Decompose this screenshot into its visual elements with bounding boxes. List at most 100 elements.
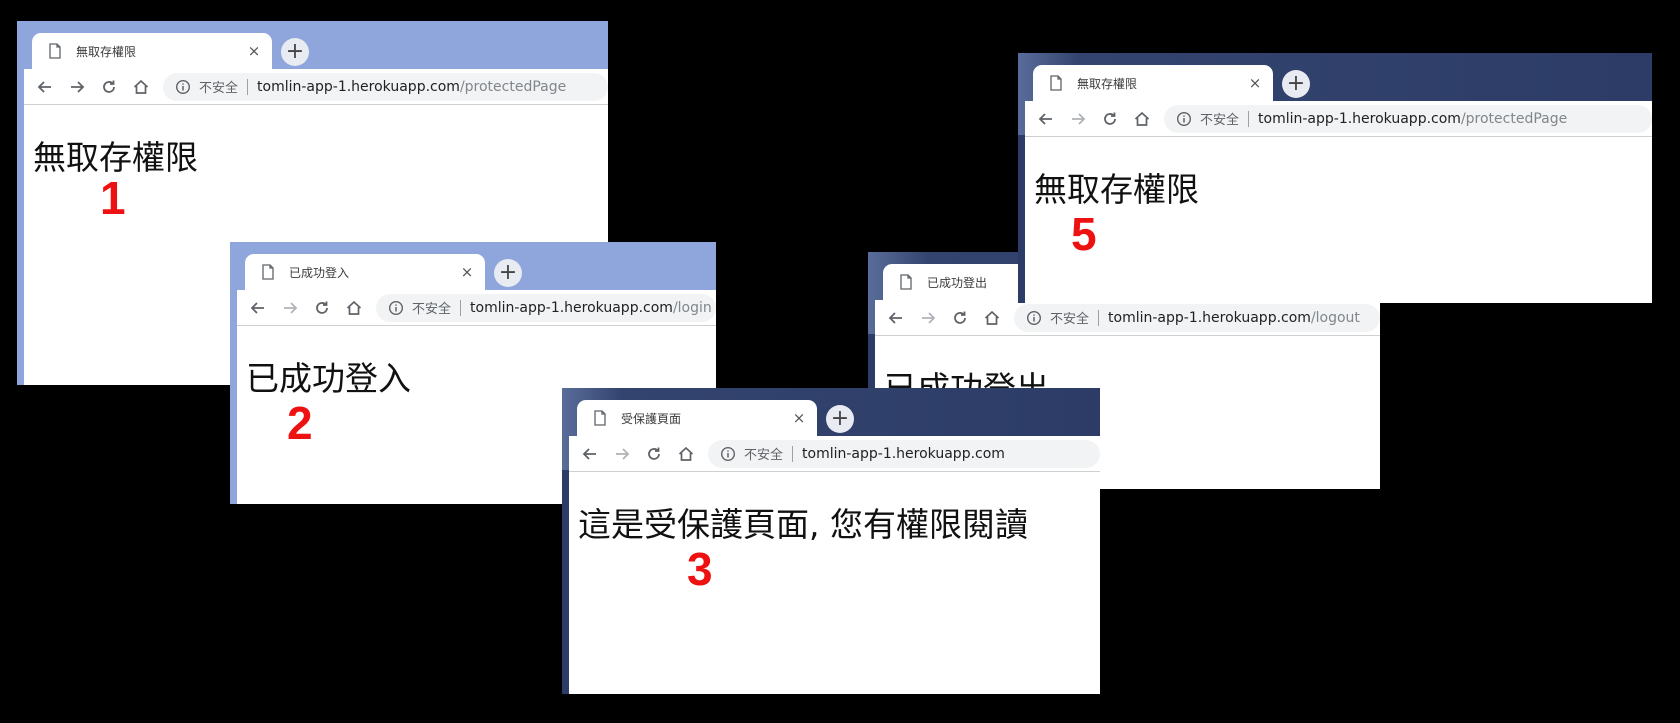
- back-arrow-icon: [250, 301, 264, 314]
- reload-icon: [1104, 112, 1116, 125]
- window-frame-side: [562, 470, 569, 694]
- document-icon: [262, 264, 274, 280]
- forward-button[interactable]: [274, 292, 306, 324]
- url-path: /login: [672, 299, 712, 316]
- address-bar[interactable]: 不安全 tomlin-app-1.herokuapp.com/login: [376, 293, 716, 322]
- forward-arrow-icon: [71, 80, 85, 93]
- back-button[interactable]: [880, 302, 912, 334]
- close-icon[interactable]: ×: [246, 42, 262, 60]
- address-separator: [1098, 309, 1100, 326]
- reload-icon: [316, 301, 328, 314]
- home-icon: [984, 310, 1000, 325]
- forward-button[interactable]: [1062, 103, 1094, 135]
- reload-button[interactable]: [1094, 103, 1126, 135]
- browser-tab[interactable]: 無取存權限 ×: [32, 33, 272, 69]
- new-tab-icon[interactable]: +: [494, 259, 522, 287]
- back-arrow-icon: [1038, 112, 1052, 125]
- back-button[interactable]: [1030, 103, 1062, 135]
- forward-arrow-icon: [922, 311, 936, 324]
- page-heading: 無取存權限: [1034, 170, 1199, 209]
- address-bar[interactable]: 不安全 tomlin-app-1.herokuapp.com/protected…: [1164, 104, 1652, 133]
- info-icon[interactable]: [1026, 310, 1042, 326]
- url-host: tomlin-app-1.herokuapp.com: [802, 445, 1005, 462]
- new-tab-icon[interactable]: +: [1282, 70, 1310, 98]
- browser-toolbar: 不安全 tomlin-app-1.herokuapp.com/protected…: [1025, 101, 1652, 137]
- document-icon: [594, 410, 606, 426]
- browser-tab[interactable]: 已成功登入 ×: [245, 254, 485, 290]
- url-host: tomlin-app-1.herokuapp.com: [470, 299, 673, 316]
- insecure-label: 不安全: [412, 302, 452, 317]
- home-icon: [133, 79, 149, 94]
- home-icon: [1134, 111, 1150, 126]
- page-content: 無取存權限 5: [1025, 137, 1652, 303]
- address-separator: [1248, 110, 1250, 127]
- back-arrow-icon: [888, 311, 902, 324]
- address-bar[interactable]: 不安全 tomlin-app-1.herokuapp.com/protected…: [163, 72, 608, 101]
- home-button[interactable]: [1126, 103, 1158, 135]
- home-icon: [346, 300, 362, 315]
- url-path: /logout: [1310, 309, 1360, 326]
- reload-icon: [954, 311, 966, 324]
- forward-button[interactable]: [61, 71, 93, 103]
- window-frame-side: [230, 324, 237, 504]
- address-bar[interactable]: 不安全 tomlin-app-1.herokuapp.com/logout: [1014, 303, 1380, 332]
- info-icon[interactable]: [175, 79, 191, 95]
- window-frame-side: [1018, 135, 1025, 303]
- info-icon[interactable]: [388, 300, 404, 316]
- back-arrow-icon: [582, 447, 596, 460]
- info-icon[interactable]: [720, 446, 736, 462]
- step-number: 1: [100, 172, 126, 224]
- home-button[interactable]: [125, 71, 157, 103]
- new-tab-icon[interactable]: +: [281, 38, 309, 66]
- insecure-label: 不安全: [1200, 113, 1240, 128]
- browser-toolbar: 不安全 tomlin-app-1.herokuapp.com: [569, 436, 1100, 472]
- close-icon[interactable]: ×: [459, 263, 475, 281]
- page-heading: 這是受保護頁面, 您有權限閱讀: [578, 505, 1028, 544]
- home-icon: [678, 446, 694, 461]
- forward-arrow-icon: [284, 301, 298, 314]
- home-button[interactable]: [976, 302, 1008, 334]
- reload-icon: [648, 447, 660, 460]
- page-heading: 已成功登入: [246, 359, 411, 398]
- tab-title: 受保護頁面: [621, 411, 682, 426]
- forward-arrow-icon: [616, 447, 630, 460]
- browser-window-3: 受保護頁面 × + 不安全 tomlin-app-1.herokuapp.com…: [562, 388, 1100, 694]
- forward-arrow-icon: [1072, 112, 1086, 125]
- reload-icon: [103, 80, 115, 93]
- browser-tab[interactable]: 受保護頁面 ×: [577, 400, 817, 436]
- url-path: /protectedPage: [459, 78, 567, 95]
- forward-button[interactable]: [912, 302, 944, 334]
- home-button[interactable]: [670, 438, 702, 470]
- new-tab-icon[interactable]: +: [826, 405, 854, 433]
- window-frame-side: [17, 103, 24, 385]
- reload-button[interactable]: [93, 71, 125, 103]
- page-content: 這是受保護頁面, 您有權限閱讀 3: [569, 472, 1100, 694]
- document-icon: [49, 43, 61, 59]
- address-separator: [460, 299, 462, 316]
- browser-toolbar: 不安全 tomlin-app-1.herokuapp.com/protected…: [24, 69, 608, 105]
- browser-tab[interactable]: 無取存權限 ×: [1033, 65, 1273, 101]
- back-button[interactable]: [29, 71, 61, 103]
- step-number: 3: [687, 543, 713, 595]
- reload-button[interactable]: [638, 438, 670, 470]
- home-button[interactable]: [338, 292, 370, 324]
- address-bar[interactable]: 不安全 tomlin-app-1.herokuapp.com: [708, 439, 1100, 468]
- step-number: 2: [287, 397, 313, 449]
- reload-button[interactable]: [944, 302, 976, 334]
- url-host: tomlin-app-1.herokuapp.com: [1258, 110, 1461, 127]
- close-icon[interactable]: ×: [1247, 74, 1263, 92]
- browser-toolbar: 不安全 tomlin-app-1.herokuapp.com/login: [237, 290, 716, 326]
- document-icon: [1050, 75, 1062, 91]
- forward-button[interactable]: [606, 438, 638, 470]
- back-button[interactable]: [242, 292, 274, 324]
- url-path: /protectedPage: [1460, 110, 1568, 127]
- tab-title: 無取存權限: [1077, 76, 1138, 91]
- reload-button[interactable]: [306, 292, 338, 324]
- step-number: 5: [1071, 208, 1097, 260]
- tab-title: 無取存權限: [76, 44, 137, 59]
- close-icon[interactable]: ×: [791, 409, 807, 427]
- browser-toolbar: 不安全 tomlin-app-1.herokuapp.com/logout: [875, 300, 1380, 336]
- info-icon[interactable]: [1176, 111, 1192, 127]
- back-button[interactable]: [574, 438, 606, 470]
- browser-window-5: 無取存權限 × + 不安全 tomlin-app-1.herokuapp.com…: [1018, 53, 1652, 303]
